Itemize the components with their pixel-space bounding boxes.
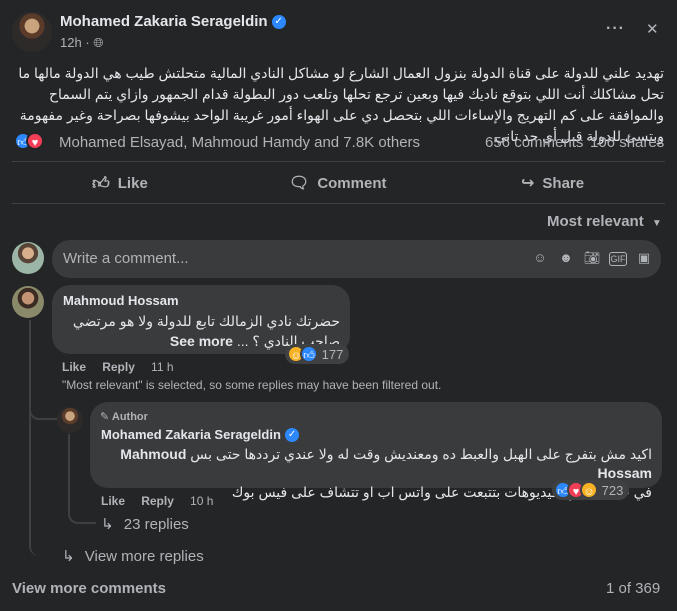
comment-button[interactable]: 🗨︎ Comment [289,168,386,198]
comments-pager: 1 of 369 [606,580,661,597]
reply-reply-button[interactable]: Reply [141,494,174,508]
sticker-icon[interactable]: ▣ [635,249,653,267]
post-author-name[interactable]: Mohamed Zakaria Serageldin [60,13,268,30]
share-button-label: Share [542,174,585,192]
filter-note: "Most relevant" is selected, so some rep… [62,378,442,392]
avatar-sticker-icon[interactable]: ☺ [531,249,549,267]
comment-actions: Like Reply 11 h [62,358,174,375]
reactions-text[interactable]: Mohamed Elsayad, Mahmoud Hamdy and 7.8K … [59,134,420,151]
post-author-avatar[interactable] [12,12,52,52]
post-meta: 12h · 🌐︎ [60,35,104,51]
verified-badge-icon: ✓ [285,428,300,443]
verified-badge-icon: ✓ [271,15,286,30]
comment-author-avatar[interactable] [12,286,44,318]
thumbs-up-icon: 👍︎ [92,173,110,193]
reply-author-name[interactable]: Mohamed Zakaria Serageldin [101,427,281,442]
divider [12,203,665,204]
reply-text-line1: اكيد مش بتفرج على الهبل والعبط ده ومعندي… [190,446,652,462]
comment-reaction-count: 177 [321,347,344,362]
love-reaction-icon: ♥ [26,132,44,150]
comment-reply-button[interactable]: Reply [102,360,135,374]
comment-like-button[interactable]: Like [62,360,86,374]
thread-line [29,320,51,556]
author-badge-label: Author [111,411,148,423]
camera-icon[interactable]: 📷︎ [583,249,601,267]
like-button[interactable]: 👍︎ Like [92,168,148,198]
caret-down-icon: ▼ [651,218,662,229]
reply-like-button[interactable]: Like [101,494,125,508]
divider [12,161,665,162]
see-more-link[interactable]: See more [170,333,233,349]
comment-author-name[interactable]: Mahmoud Hossam [63,293,179,308]
view-more-replies-link[interactable]: ↳ View more replies [62,547,204,565]
reply-reaction-count: 723 [601,483,624,498]
comment-input-placeholder: Write a comment... [63,250,189,267]
post-time[interactable]: 12h [60,35,82,50]
reply-actions: Like Reply 10 h [101,492,213,509]
comment-input[interactable]: Write a comment... ☺ ☻ 📷︎ GIF ▣ [52,240,661,278]
composer-icons: ☺ ☻ 📷︎ GIF ▣ [523,249,653,267]
comment-reactions[interactable]: ☺ 👍︎ 177 [285,344,350,364]
reply-author-row: Mohamed Zakaria Serageldin ✓ [101,426,300,443]
gif-icon[interactable]: GIF [609,252,627,266]
share-button[interactable]: ↪ Share [521,168,584,198]
reply-connector [29,404,57,420]
reply-arrow-icon: ↳ [101,516,114,533]
close-icon[interactable]: ✕ [646,20,659,38]
shares-count[interactable]: 106 shares [590,134,664,151]
reply-arrow-icon: ↳ [62,548,75,565]
sort-dropdown[interactable]: Most relevant ▼ [547,213,662,230]
meta-separator: · [85,35,90,50]
comment-time[interactable]: 11 h [151,360,173,374]
more-replies-label: 23 replies [123,516,189,533]
emoji-icon[interactable]: ☻ [557,249,575,267]
comment-button-label: Comment [317,174,387,192]
view-more-comments-link[interactable]: View more comments [12,580,166,597]
reply-time[interactable]: 10 h [190,494,213,508]
globe-icon: 🌐︎ [93,35,104,50]
comments-count[interactable]: 656 comments [485,134,583,151]
more-replies-link[interactable]: ↳ 23 replies [101,515,189,533]
post-author-row: Mohamed Zakaria Serageldin ✓ [60,13,286,30]
share-icon: ↪ [521,175,535,192]
reply-bubble: ✎ Author Mohamed Zakaria Serageldin ✓ اك… [90,402,662,500]
post-options-button[interactable]: ··· [606,20,625,38]
pencil-icon: ✎ [100,411,110,423]
reply-author-avatar[interactable] [57,407,83,433]
current-user-avatar[interactable] [12,242,44,274]
reaction-icons[interactable]: 👍︎ ♥ [14,132,44,150]
reply-reactions[interactable]: 👍︎ ♥ ☺ 723 [552,480,630,500]
like-reaction-icon: 👍︎ [300,345,318,363]
comment-icon: 🗨︎ [289,175,310,192]
sort-label: Most relevant [547,213,644,230]
author-badge: ✎ Author [100,410,148,423]
haha-reaction-icon: ☺ [580,481,598,499]
view-more-replies-label: View more replies [84,548,204,565]
like-button-label: Like [117,174,148,192]
